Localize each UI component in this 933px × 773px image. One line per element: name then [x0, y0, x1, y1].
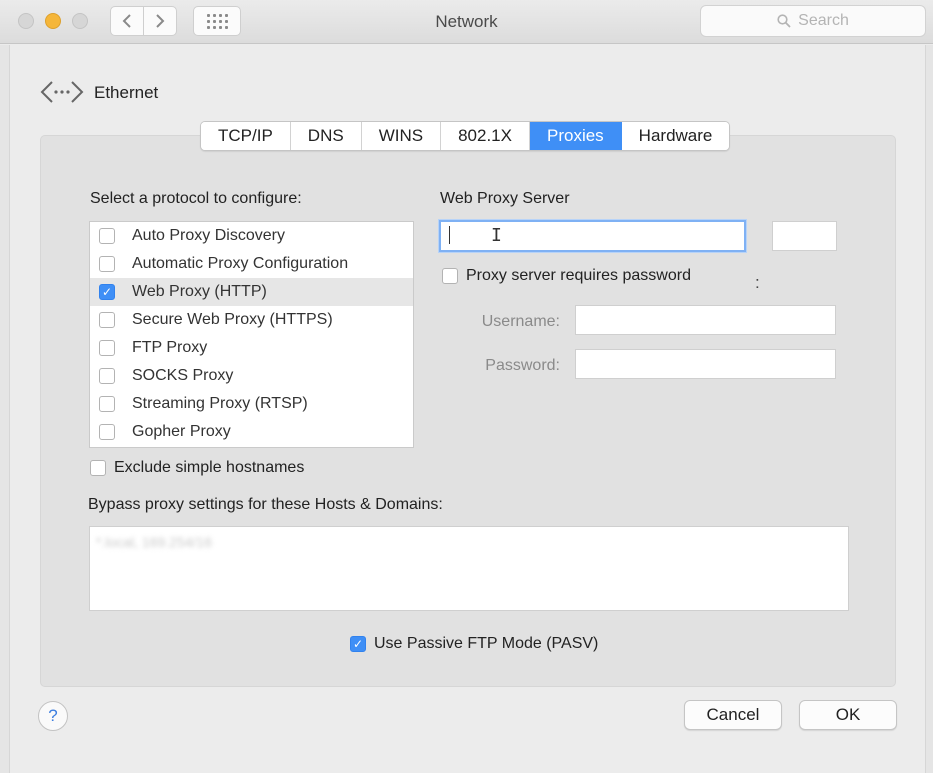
tab-bar: TCP/IP DNS WINS 802.1X Proxies Hardware: [200, 121, 731, 151]
requires-password-row[interactable]: Proxy server requires password: [442, 267, 691, 285]
requires-password-checkbox[interactable]: [442, 268, 458, 284]
protocol-label: SOCKS Proxy: [132, 367, 234, 384]
password-input[interactable]: [575, 349, 836, 379]
protocol-checkbox[interactable]: [99, 424, 115, 440]
window-left-edge: [0, 45, 10, 773]
protocol-ftp-proxy[interactable]: FTP Proxy: [90, 334, 413, 362]
bypass-hosts-textarea[interactable]: *.local, 169.254/16: [89, 526, 849, 611]
protocol-label: Automatic Proxy Configuration: [132, 255, 349, 272]
checkmark-icon: ✓: [101, 285, 113, 299]
ibeam-cursor-icon: I: [491, 225, 502, 246]
title-bar: Network Search: [0, 0, 933, 44]
text-caret: [449, 226, 450, 244]
port-separator: :: [755, 273, 760, 292]
protocol-checkbox[interactable]: [99, 256, 115, 272]
bypass-heading: Bypass proxy settings for these Hosts & …: [88, 496, 443, 513]
tab-proxies[interactable]: Proxies: [529, 122, 622, 150]
protocol-web-proxy-http[interactable]: ✓ Web Proxy (HTTP): [90, 278, 413, 306]
protocol-automatic-proxy-configuration[interactable]: Automatic Proxy Configuration: [90, 250, 413, 278]
username-input[interactable]: [575, 305, 836, 335]
protocol-label: Auto Proxy Discovery: [132, 227, 285, 244]
password-label: Password:: [485, 357, 560, 374]
protocol-socks-proxy[interactable]: SOCKS Proxy: [90, 362, 413, 390]
passive-ftp-label: Use Passive FTP Mode (PASV): [374, 635, 599, 652]
protocol-checkbox[interactable]: [99, 396, 115, 412]
ok-button[interactable]: OK: [799, 700, 897, 730]
passive-ftp-row[interactable]: ✓ Use Passive FTP Mode (PASV): [350, 635, 598, 653]
protocol-label: Gopher Proxy: [132, 423, 231, 440]
protocol-list-heading: Select a protocol to configure:: [90, 190, 302, 207]
protocol-gopher-proxy[interactable]: Gopher Proxy: [90, 418, 413, 446]
tab-8021x[interactable]: 802.1X: [441, 122, 530, 150]
search-field[interactable]: Search: [700, 5, 926, 37]
protocol-secure-web-proxy-https[interactable]: Secure Web Proxy (HTTPS): [90, 306, 413, 334]
protocol-label: Secure Web Proxy (HTTPS): [132, 311, 333, 328]
requires-password-label: Proxy server requires password: [466, 267, 691, 284]
protocol-checkbox[interactable]: [99, 368, 115, 384]
checkmark-icon: ✓: [352, 637, 364, 651]
protocol-checkbox[interactable]: [99, 228, 115, 244]
search-icon: [777, 14, 791, 28]
protocol-label: Streaming Proxy (RTSP): [132, 395, 308, 412]
sheet-content: Ethernet TCP/IP DNS WINS 802.1X Proxies …: [10, 45, 925, 765]
username-label: Username:: [481, 313, 560, 330]
help-button[interactable]: ?: [38, 701, 68, 731]
tab-hardware[interactable]: Hardware: [621, 122, 730, 150]
proxy-port-input[interactable]: [772, 221, 837, 251]
protocol-list[interactable]: Auto Proxy Discovery Automatic Proxy Con…: [89, 221, 414, 448]
interface-name: Ethernet: [94, 83, 159, 102]
tab-tcpip[interactable]: TCP/IP: [201, 122, 291, 150]
passive-ftp-checkbox[interactable]: ✓: [350, 636, 366, 652]
protocol-label: FTP Proxy: [132, 339, 208, 356]
bypass-hosts-value: *.local, 169.254/16: [96, 534, 212, 550]
proxy-server-address-input[interactable]: I: [439, 220, 746, 252]
exclude-simple-hostnames-row[interactable]: Exclude simple hostnames: [90, 459, 304, 477]
window-right-edge: [925, 45, 933, 773]
tab-dns[interactable]: DNS: [290, 122, 362, 150]
tab-wins[interactable]: WINS: [361, 122, 442, 150]
help-icon: ?: [48, 706, 58, 725]
protocol-auto-proxy-discovery[interactable]: Auto Proxy Discovery: [90, 222, 413, 250]
protocol-checkbox[interactable]: [99, 312, 115, 328]
exclude-simple-hostnames-checkbox[interactable]: [90, 460, 106, 476]
exclude-simple-hostnames-label: Exclude simple hostnames: [114, 459, 305, 476]
cancel-button[interactable]: Cancel: [684, 700, 782, 730]
search-placeholder: Search: [798, 12, 849, 29]
protocol-checkbox[interactable]: ✓: [99, 284, 115, 300]
server-heading: Web Proxy Server: [440, 190, 570, 207]
ethernet-icon: [40, 81, 84, 103]
protocol-streaming-proxy-rtsp[interactable]: Streaming Proxy (RTSP): [90, 390, 413, 418]
protocol-checkbox[interactable]: [99, 340, 115, 356]
protocol-label: Web Proxy (HTTP): [132, 283, 267, 300]
